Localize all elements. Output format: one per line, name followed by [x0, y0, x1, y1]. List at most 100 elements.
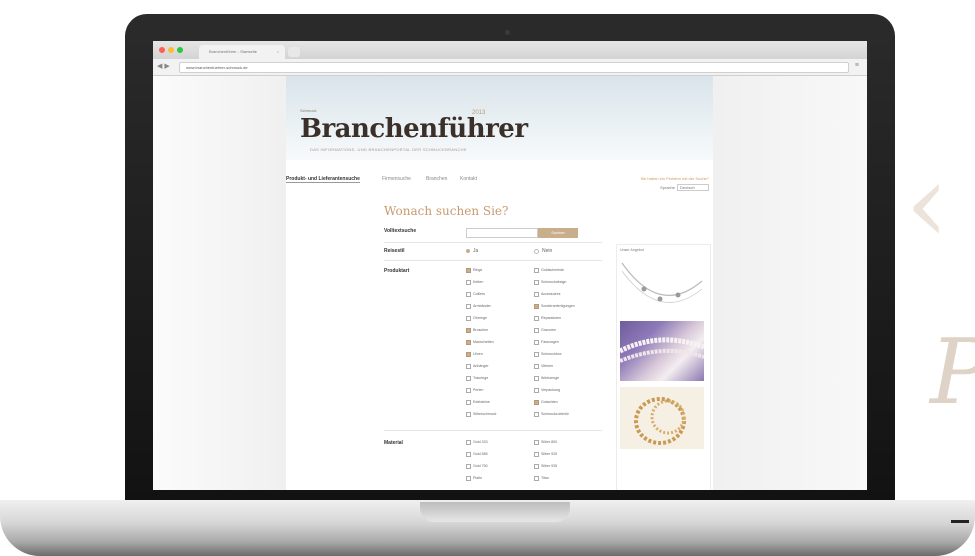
checkbox-item[interactable]: Silber 935 [534, 464, 557, 469]
checkbox-item[interactable]: Ketten [466, 280, 483, 285]
new-tab-button[interactable] [288, 47, 300, 57]
checkbox-item[interactable]: Armbänder [466, 304, 491, 309]
checkbox-icon[interactable] [466, 316, 471, 321]
checkbox-item[interactable]: Gold 750 [466, 464, 488, 469]
site-logo[interactable]: Branchenführer [300, 114, 528, 144]
close-window-button[interactable] [159, 47, 165, 53]
checkbox-item[interactable]: Silber 925 [534, 452, 557, 457]
checkbox-checked-icon[interactable] [534, 400, 539, 405]
checkbox-icon[interactable] [534, 268, 539, 273]
checkbox-checked-icon[interactable] [466, 340, 471, 345]
checkbox-item[interactable]: Manschetten [466, 340, 494, 345]
checkbox-icon[interactable] [534, 476, 539, 481]
language-select[interactable]: Deutsch [677, 184, 709, 191]
checkbox-icon[interactable] [534, 452, 539, 457]
menu-icon[interactable]: ≡ [855, 62, 859, 69]
checkbox-icon[interactable] [534, 440, 539, 445]
checkbox-item[interactable]: Werkzeuge [534, 376, 559, 381]
url-input[interactable]: www.branchenfuehrer-schmuck.de [179, 62, 849, 73]
checkbox-icon[interactable] [534, 376, 539, 381]
radio-yes[interactable]: Ja [466, 248, 478, 254]
checkbox-item[interactable]: Anhänger [466, 364, 489, 369]
checkbox-icon[interactable] [534, 388, 539, 393]
checkbox-icon[interactable] [466, 452, 471, 457]
checkbox-icon[interactable] [466, 292, 471, 297]
checkbox-checked-icon[interactable] [466, 352, 471, 357]
screen: Branchenführer - Startseite × ◀ ▶ www.br… [153, 41, 867, 490]
pearl-necklace-image[interactable] [618, 321, 705, 381]
zoom-window-button[interactable] [177, 47, 183, 53]
checkbox-checked-icon[interactable] [466, 328, 471, 333]
checkbox-icon[interactable] [466, 364, 471, 369]
checkbox-item[interactable]: Schmuckbox [534, 352, 562, 357]
checkbox-item[interactable]: Broschen [466, 328, 488, 333]
checkbox-item[interactable]: Ohrringe [466, 316, 487, 321]
checkbox-icon[interactable] [534, 352, 539, 357]
checkbox-item[interactable]: Schmuckdesign [534, 280, 566, 285]
minimize-window-button[interactable] [168, 47, 174, 53]
checkbox-icon[interactable] [466, 412, 471, 417]
checkbox-icon[interactable] [466, 304, 471, 309]
search-help-link[interactable]: Sie haben ein Problem mit der Suche? [641, 176, 709, 181]
domestic-label: Reisestil [384, 248, 405, 254]
checkbox-icon[interactable] [466, 400, 471, 405]
checkbox-item[interactable]: Accessoires [534, 292, 560, 297]
radio-no[interactable]: Nein [534, 248, 552, 254]
browser-tab[interactable]: Branchenführer - Startseite × [199, 45, 285, 59]
material-label: Material [384, 440, 403, 446]
checkbox-icon[interactable] [466, 376, 471, 381]
checkbox-item[interactable]: Reparaturen [534, 316, 561, 321]
checkbox-item[interactable]: Gold 585 [466, 452, 488, 457]
checkbox-icon[interactable] [534, 328, 539, 333]
checkbox-checked-icon[interactable] [466, 268, 471, 273]
tab-title: Branchenführer - Startseite [209, 49, 258, 54]
back-forward-icon[interactable]: ◀ ▶ [157, 62, 170, 70]
checkbox-icon[interactable] [534, 464, 539, 469]
nav-item-contact[interactable]: Kontakt [460, 176, 477, 182]
checkbox-item[interactable]: Silberschmuck [466, 412, 496, 417]
checkbox-item[interactable]: Gravuren [534, 328, 556, 333]
checkbox-item[interactable]: Vitrinen [534, 364, 553, 369]
checkbox-icon[interactable] [534, 412, 539, 417]
gold-chain-image[interactable] [620, 387, 704, 449]
search-button[interactable]: Suchen [538, 228, 578, 238]
fulltext-input[interactable] [466, 228, 538, 238]
checkbox-item[interactable]: Silber 800 [534, 440, 557, 445]
checkbox-item[interactable]: Uhren [466, 352, 483, 357]
decorative-letter: P [930, 328, 975, 418]
checkbox-icon[interactable] [534, 280, 539, 285]
close-tab-icon[interactable]: × [267, 45, 279, 59]
checkbox-icon[interactable] [466, 476, 471, 481]
checkbox-item[interactable]: Schmuckzubehör [534, 412, 569, 417]
necklace-image[interactable] [620, 257, 704, 317]
checkbox-item[interactable]: Platin [466, 476, 482, 481]
nav-item-company-search[interactable]: Firmensuche [382, 176, 411, 182]
checkbox-icon[interactable] [466, 464, 471, 469]
page-content: Schmuck Branchenführer 2013 DAS INFORMAT… [286, 76, 713, 490]
checkbox-item[interactable]: Edelsteine [466, 400, 490, 405]
checkbox-item[interactable]: Gutachten [534, 400, 558, 405]
site-tagline: DAS INFORMATIONS- UND BRANCHENPORTAL DER… [310, 147, 467, 152]
checkbox-item[interactable]: Verpackung [534, 388, 560, 393]
nav-item-branches[interactable]: Branchen [426, 176, 447, 182]
checkbox-checked-icon[interactable] [534, 304, 539, 309]
checkbox-item[interactable]: Ringe [466, 268, 482, 273]
checkbox-item[interactable]: Sonderanfertigungen [534, 304, 575, 309]
nav-item-product-search[interactable]: Produkt- und Lieferantensuche [286, 176, 360, 183]
checkbox-item[interactable]: Perlen [466, 388, 483, 393]
checkbox-icon[interactable] [466, 440, 471, 445]
checkbox-item[interactable]: Titan [534, 476, 549, 481]
checkbox-item[interactable]: Fassungen [534, 340, 559, 345]
checkbox-item[interactable]: Trauringe [466, 376, 488, 381]
checkbox-item[interactable]: Goldschmiede [534, 268, 564, 273]
checkbox-label: Fassungen [541, 339, 559, 344]
checkbox-icon[interactable] [466, 388, 471, 393]
checkbox-icon[interactable] [534, 316, 539, 321]
checkbox-icon[interactable] [534, 292, 539, 297]
checkbox-item[interactable]: Colliers [466, 292, 485, 297]
checkbox-label: Gold 333 [473, 439, 488, 444]
checkbox-item[interactable]: Gold 333 [466, 440, 488, 445]
checkbox-icon[interactable] [534, 364, 539, 369]
checkbox-icon[interactable] [534, 340, 539, 345]
checkbox-icon[interactable] [466, 280, 471, 285]
